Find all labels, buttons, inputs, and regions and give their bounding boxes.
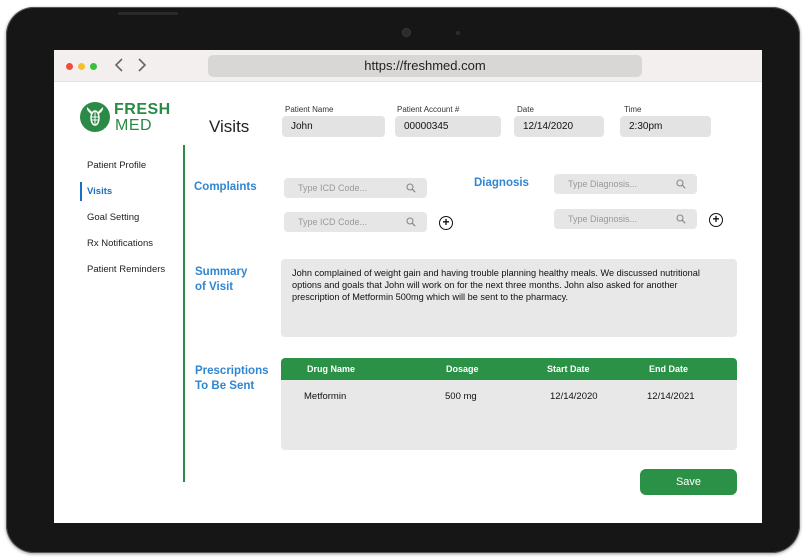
sensor (456, 31, 460, 35)
visit-summary-textarea[interactable]: John complained of weight gain and havin… (281, 259, 737, 337)
time-label: Time (624, 105, 642, 114)
complaints-label: Complaints (194, 181, 257, 193)
cell-start-date: 12/14/2020 (550, 391, 598, 402)
chevron-right-icon[interactable] (137, 57, 147, 77)
column-header-dosage: Dosage (446, 364, 479, 374)
summary-label: Summary of Visit (195, 265, 247, 295)
logo-text-med: MED (115, 117, 153, 134)
cell-drug-name: Metformin (304, 391, 347, 402)
hardware-button (118, 12, 178, 15)
minimize-window-button[interactable] (78, 63, 85, 70)
patient-name-label: Patient Name (285, 105, 334, 114)
summary-label-line1: Summary (195, 266, 248, 278)
tablet-frame: https://freshmed.com FRESH MED Visits Pa… (6, 7, 800, 553)
column-header-end-date: End Date (649, 364, 689, 374)
close-window-button[interactable] (66, 63, 73, 70)
add-complaint-plus-icon[interactable]: + (439, 216, 453, 230)
browser-toolbar: https://freshmed.com (54, 50, 762, 82)
freshmed-logo-icon (80, 102, 110, 132)
sidebar-item-patient-reminders[interactable]: Patient Reminders (87, 264, 165, 275)
screen: https://freshmed.com FRESH MED Visits Pa… (54, 50, 762, 523)
prescriptions-label: Prescriptions To Be Sent (195, 364, 269, 394)
cell-dosage: 500 mg (445, 391, 477, 402)
search-icon (676, 214, 686, 224)
prescriptions-table: Drug Name Dosage Start Date End Date Met… (281, 358, 737, 450)
maximize-window-button[interactable] (90, 63, 97, 70)
search-icon (676, 179, 686, 189)
complaint-search-input-1[interactable]: Type ICD Code... (284, 178, 427, 198)
sidebar-item-patient-profile[interactable]: Patient Profile (87, 160, 146, 171)
prescriptions-label-line2: To Be Sent (195, 380, 255, 392)
complaint-placeholder: Type ICD Code... (298, 217, 368, 227)
sidebar-item-goal-setting[interactable]: Goal Setting (87, 212, 139, 223)
cell-end-date: 12/14/2021 (647, 391, 695, 402)
date-field[interactable]: 12/14/2020 (514, 116, 604, 137)
sidebar-item-rx-notifications[interactable]: Rx Notifications (87, 238, 153, 249)
chevron-left-icon[interactable] (114, 57, 124, 77)
account-field[interactable]: 00000345 (395, 116, 501, 137)
account-label: Patient Account # (397, 105, 460, 114)
page-title: Visits (209, 117, 250, 136)
diagnosis-search-input-2[interactable]: Type Diagnosis... (554, 209, 697, 229)
complaint-placeholder: Type ICD Code... (298, 183, 368, 193)
url-bar[interactable]: https://freshmed.com (208, 55, 642, 77)
column-header-start-date: Start Date (547, 364, 590, 374)
date-label: Date (517, 105, 534, 114)
search-icon (406, 217, 416, 227)
sidebar-active-indicator (80, 182, 82, 201)
diagnosis-search-input-1[interactable]: Type Diagnosis... (554, 174, 697, 194)
save-button[interactable]: Save (640, 469, 737, 495)
search-icon (406, 183, 416, 193)
prescriptions-label-line1: Prescriptions (195, 365, 269, 377)
diagnosis-label: Diagnosis (474, 177, 529, 189)
complaint-search-input-2[interactable]: Type ICD Code... (284, 212, 427, 232)
add-diagnosis-plus-icon[interactable]: + (709, 213, 723, 227)
patient-name-field[interactable]: John (282, 116, 385, 137)
column-header-drug-name: Drug Name (307, 364, 356, 374)
sidebar-divider (183, 145, 185, 482)
sidebar-item-visits[interactable]: Visits (87, 186, 112, 197)
diagnosis-placeholder: Type Diagnosis... (568, 214, 638, 224)
diagnosis-placeholder: Type Diagnosis... (568, 179, 638, 189)
camera (402, 28, 411, 37)
table-header: Drug Name Dosage Start Date End Date (281, 358, 737, 380)
summary-label-line2: of Visit (195, 281, 234, 293)
time-field[interactable]: 2:30pm (620, 116, 711, 137)
